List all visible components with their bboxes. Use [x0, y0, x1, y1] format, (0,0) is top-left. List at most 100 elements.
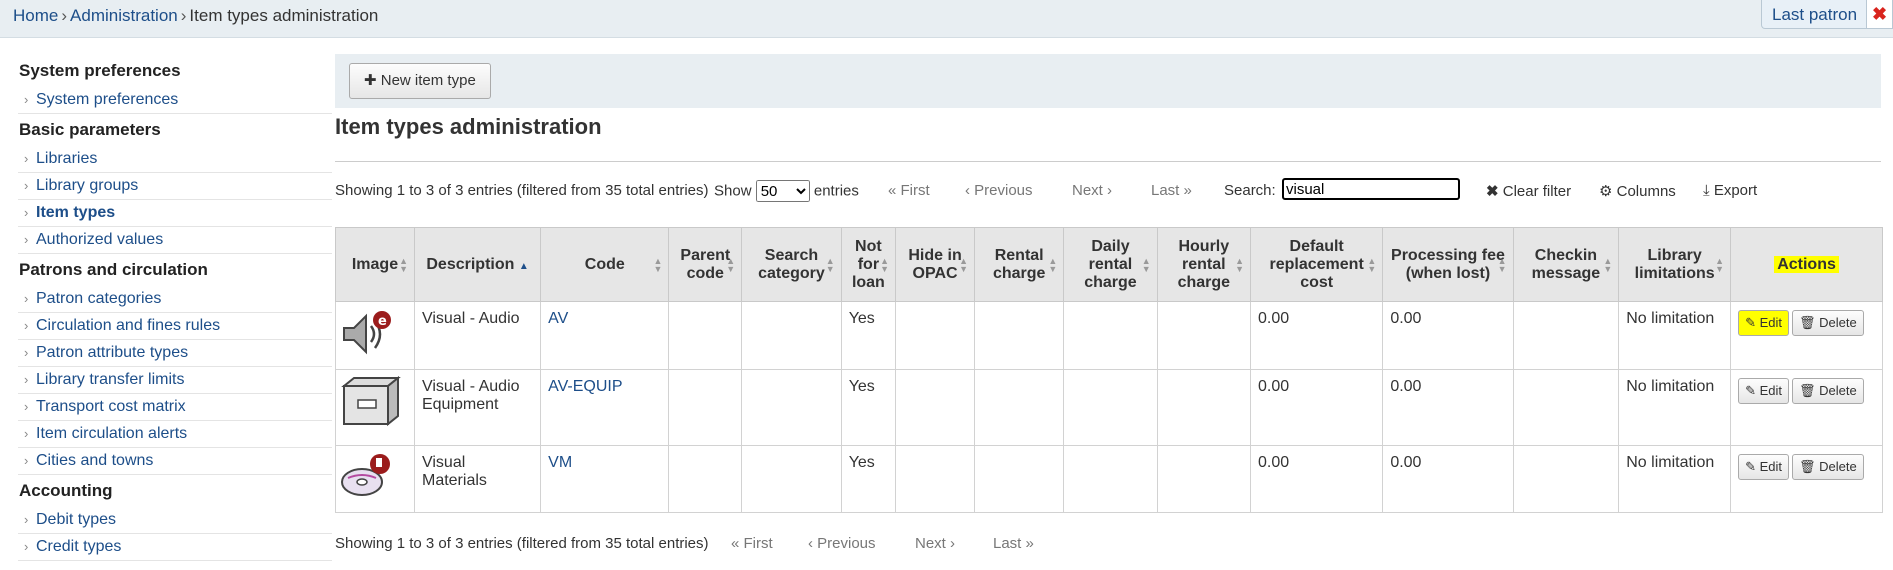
- delete-button[interactable]: 🗑 Delete: [1792, 454, 1864, 480]
- page-length-select[interactable]: 50: [755, 180, 810, 202]
- rental-charge-cell: [974, 445, 1065, 513]
- daily-rental-charge-cell: [1063, 369, 1158, 446]
- daily-rental-charge-cell: [1063, 301, 1158, 370]
- sidebar-item-system-preferences[interactable]: System preferences: [18, 87, 332, 114]
- sort-icon: ▲ ▼: [1603, 255, 1613, 274]
- sidebar-item-label[interactable]: Library groups: [36, 177, 138, 194]
- sidebar-item-label[interactable]: Patron attribute types: [36, 344, 188, 361]
- close-icon: ✖: [1486, 183, 1499, 200]
- code-link[interactable]: VM: [548, 454, 572, 471]
- sidebar-item-label[interactable]: Debit types: [36, 511, 116, 528]
- sort-icon: ▲ ▼: [726, 255, 736, 274]
- edit-button[interactable]: ✎ Edit: [1738, 310, 1789, 336]
- description-cell: Visual - Audio Equipment: [413, 369, 542, 446]
- sort-icon: ▲ ▼: [1715, 255, 1725, 274]
- column-header-hourly-rental-charge[interactable]: Hourly rental charge ▲ ▼: [1156, 227, 1251, 302]
- column-header-parent-code[interactable]: Parent code ▲ ▼: [668, 227, 743, 302]
- sidebar-item-label[interactable]: Item types: [36, 204, 115, 221]
- page-title: Item types administration: [335, 114, 602, 139]
- show-label: Show: [714, 182, 752, 200]
- sort-icon: ▲ ▼: [959, 255, 969, 274]
- new-item-type-button[interactable]: ✚ New item type: [349, 63, 491, 99]
- sidebar-item-libraries[interactable]: Libraries: [18, 146, 332, 173]
- column-header-description[interactable]: Description ▲: [413, 227, 542, 302]
- edit-button[interactable]: ✎ Edit: [1738, 378, 1789, 404]
- sidebar-item-label[interactable]: Patron categories: [36, 290, 161, 307]
- hide-in-opac-cell: [895, 445, 976, 513]
- column-header-processing-fee[interactable]: Processing fee (when lost) ▲ ▼: [1382, 227, 1514, 302]
- pagination-previous[interactable]: ‹ Previous: [965, 182, 1033, 199]
- admin-sidebar: System preferences System preferences Ba…: [18, 55, 332, 561]
- breadcrumb-separator: ›: [180, 6, 187, 25]
- hourly-rental-charge-cell: [1156, 369, 1251, 446]
- sidebar-item-label[interactable]: Transport cost matrix: [36, 398, 186, 415]
- pagination-last[interactable]: Last »: [1151, 182, 1192, 199]
- actions-cell: ✎ Edit 🗑 Delete: [1730, 301, 1883, 370]
- pagination-previous[interactable]: ‹ Previous: [808, 535, 876, 552]
- processing-fee-cell: 0.00: [1382, 445, 1514, 513]
- pagination-last[interactable]: Last »: [993, 535, 1034, 552]
- parent-code-cell: [668, 445, 743, 513]
- parent-code-cell: [668, 301, 743, 370]
- processing-fee-cell: 0.00: [1382, 369, 1514, 446]
- close-icon[interactable]: ✖: [1866, 0, 1893, 29]
- sidebar-item-item-types[interactable]: Item types: [18, 200, 332, 227]
- sidebar-item-label[interactable]: Libraries: [36, 150, 97, 167]
- search-input[interactable]: [1282, 178, 1460, 200]
- sidebar-item-cities-and-towns[interactable]: Cities and towns: [18, 448, 332, 475]
- actions-cell: ✎ Edit 🗑 Delete: [1730, 445, 1883, 513]
- clear-filter-button[interactable]: ✖ Clear filter: [1486, 182, 1571, 200]
- sidebar-item-item-circulation-alerts[interactable]: Item circulation alerts: [18, 421, 332, 448]
- code-cell: VM: [540, 445, 670, 513]
- sidebar-item-circulation-rules[interactable]: Circulation and fines rules: [18, 313, 332, 340]
- pagination-first[interactable]: « First: [731, 535, 773, 552]
- export-button[interactable]: ⤓ Export: [1703, 182, 1757, 199]
- column-header-rental-charge[interactable]: Rental charge ▲ ▼: [974, 227, 1065, 302]
- sidebar-item-authorized-values[interactable]: Authorized values: [18, 227, 332, 254]
- column-header-default-replacement-cost[interactable]: Default replacement cost ▲ ▼: [1249, 227, 1384, 302]
- sidebar-item-label[interactable]: Cities and towns: [36, 452, 153, 469]
- pagination-first[interactable]: « First: [888, 182, 930, 199]
- column-header-image[interactable]: Image ▲ ▼: [335, 227, 415, 302]
- sidebar-item-label[interactable]: Credit types: [36, 538, 121, 555]
- column-header-library-limitations[interactable]: Library limitations ▲ ▼: [1618, 227, 1732, 302]
- last-patron-button[interactable]: Last patron: [1761, 0, 1873, 29]
- svg-text:e: e: [378, 314, 387, 329]
- sidebar-item-transport-cost-matrix[interactable]: Transport cost matrix: [18, 394, 332, 421]
- column-header-checkin-message[interactable]: Checkin message ▲ ▼: [1512, 227, 1620, 302]
- not-for-loan-cell: Yes: [840, 445, 897, 513]
- sidebar-item-label[interactable]: Authorized values: [36, 231, 163, 248]
- columns-button[interactable]: ⚙ Columns: [1599, 182, 1676, 200]
- column-header-daily-rental-charge[interactable]: Daily rental charge ▲ ▼: [1063, 227, 1158, 302]
- sidebar-item-library-groups[interactable]: Library groups: [18, 173, 332, 200]
- sidebar-item-library-transfer-limits[interactable]: Library transfer limits: [18, 367, 332, 394]
- edit-button[interactable]: ✎ Edit: [1738, 454, 1789, 480]
- sidebar-item-label[interactable]: Item circulation alerts: [36, 425, 187, 442]
- hide-in-opac-cell: [895, 369, 976, 446]
- search-wrapper: [1282, 178, 1460, 200]
- sidebar-item-patron-categories[interactable]: Patron categories: [18, 286, 332, 313]
- code-link[interactable]: AV-EQUIP: [548, 378, 622, 395]
- column-header-search-category[interactable]: Search category ▲ ▼: [741, 227, 842, 302]
- gear-icon: ⚙: [1599, 183, 1613, 200]
- delete-button[interactable]: 🗑 Delete: [1792, 310, 1864, 336]
- sidebar-item-patron-attribute-types[interactable]: Patron attribute types: [18, 340, 332, 367]
- sidebar-item-label[interactable]: System preferences: [36, 91, 178, 108]
- page-length-control: Show 50 entries: [714, 180, 859, 202]
- column-header-not-for-loan[interactable]: Not for loan ▲ ▼: [840, 227, 897, 302]
- sidebar-item-credit-types[interactable]: Credit types: [18, 534, 332, 561]
- pagination-next[interactable]: Next ›: [915, 535, 955, 552]
- column-header-hide-in-opac[interactable]: Hide in OPAC ▲ ▼: [895, 227, 976, 302]
- sidebar-item-label[interactable]: Library transfer limits: [36, 371, 184, 388]
- sidebar-item-label[interactable]: Circulation and fines rules: [36, 317, 220, 334]
- table-footer: Showing 1 to 3 of 3 entries (filtered fr…: [335, 535, 1135, 559]
- breadcrumb-administration[interactable]: Administration: [70, 6, 178, 25]
- code-link[interactable]: AV: [548, 310, 568, 327]
- actions-cell: ✎ Edit 🗑 Delete: [1730, 369, 1883, 446]
- sidebar-item-debit-types[interactable]: Debit types: [18, 507, 332, 534]
- delete-button[interactable]: 🗑 Delete: [1792, 378, 1864, 404]
- description-cell: Visual Materials: [413, 445, 542, 513]
- column-header-code[interactable]: Code ▲ ▼: [540, 227, 670, 302]
- pagination-next[interactable]: Next ›: [1072, 182, 1112, 199]
- breadcrumb-home[interactable]: Home: [13, 6, 58, 25]
